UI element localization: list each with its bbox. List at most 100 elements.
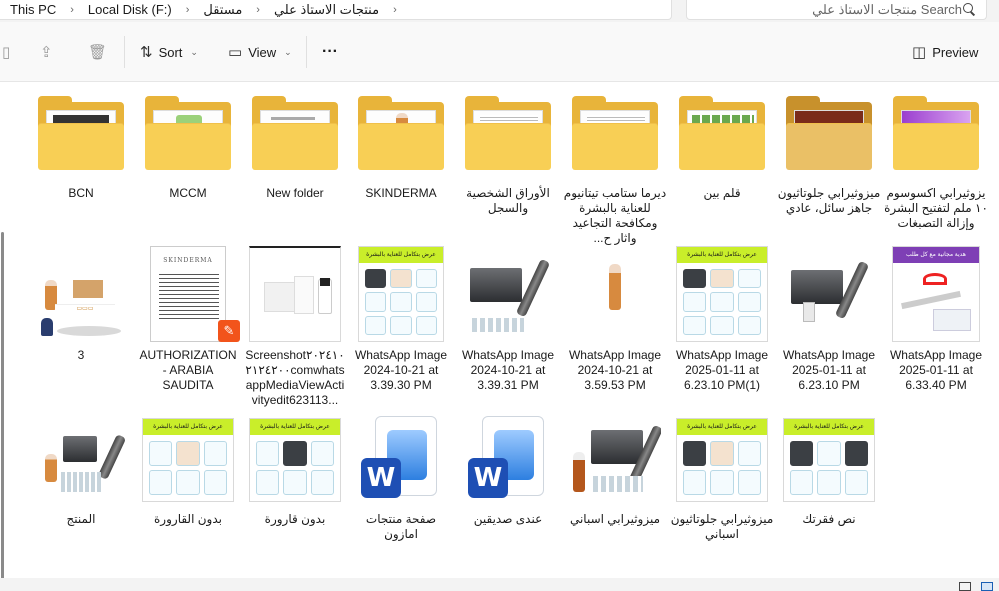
file-item[interactable]: W عندى صديقين bbox=[456, 410, 560, 527]
copy-path-button[interactable]: ▯ bbox=[2, 41, 10, 63]
image-thumbnail bbox=[781, 246, 877, 342]
toolbar-divider bbox=[124, 36, 125, 68]
promo-banner: عرض بتكامل للعناية بالبشرة bbox=[250, 419, 340, 435]
promo-banner: عرض بتكامل للعناية بالبشرة bbox=[677, 247, 767, 263]
search-input[interactable] bbox=[697, 2, 962, 17]
delete-button[interactable]: 🗑 bbox=[88, 41, 107, 63]
address-bar-row: This PC › Local Disk (F:) › مستقل › منتج… bbox=[0, 0, 999, 22]
search-icon[interactable] bbox=[962, 2, 976, 17]
file-item[interactable]: عرض بتكامل للعناية بالبشرة WhatsApp Imag… bbox=[349, 246, 453, 393]
file-view: BCN MCCM New folder SKINDERMA الأوراق ال… bbox=[0, 82, 999, 591]
image-thumbnail: ▭▭▭ bbox=[33, 246, 129, 342]
item-label: 3 bbox=[77, 348, 85, 362]
view-button[interactable]: ▭ View ⌄ bbox=[228, 41, 292, 63]
preview-pane-icon: ◫ bbox=[912, 44, 927, 61]
file-item[interactable]: عرض بتكامل للعناية بالبشرة نص فقرتك bbox=[777, 410, 881, 527]
view-label: View bbox=[248, 44, 277, 60]
details-view-icon[interactable] bbox=[959, 582, 971, 591]
trash-icon: 🗑 bbox=[88, 44, 108, 61]
document-logo-text: SKINDERMA bbox=[163, 257, 213, 264]
folder-item[interactable]: New folder bbox=[243, 84, 347, 201]
word-file-icon: W bbox=[460, 410, 556, 506]
item-label: WhatsApp Image 2024-10-21 at 3.59.53 PM bbox=[568, 348, 662, 392]
promo-banner: عرض بتكامل للعناية بالبشرة bbox=[143, 419, 233, 435]
breadcrumb-this-pc[interactable]: This PC bbox=[0, 2, 66, 17]
item-label: Screenshot٢٠٢٤١٠٢١٢٤٢٠٠comwhatsappMediaV… bbox=[245, 348, 345, 407]
address-bar[interactable]: This PC › Local Disk (F:) › مستقل › منتج… bbox=[0, 0, 672, 20]
image-thumbnail bbox=[247, 246, 343, 342]
sort-icon: ⇅ bbox=[140, 44, 153, 61]
item-label: MCCM bbox=[169, 186, 207, 200]
image-thumbnail: عرض بتكامل للعناية بالبشرة bbox=[781, 410, 877, 506]
file-item[interactable]: عرض بتكامل للعناية بالبشرة بدون قارورة bbox=[243, 410, 347, 527]
item-label: ميزوثيرابي جلوتاثيون اسباني bbox=[670, 512, 774, 541]
file-item[interactable]: عرض بتكامل للعناية بالبشرة WhatsApp Imag… bbox=[670, 246, 774, 393]
file-item[interactable]: ▭▭▭ 3 bbox=[29, 246, 133, 363]
item-label: WhatsApp Image 2025-01-11 at 6.33.40 PM bbox=[889, 348, 983, 392]
item-label: SKINDERMA bbox=[365, 186, 437, 200]
breadcrumb-local-disk[interactable]: Local Disk (F:) bbox=[78, 2, 182, 17]
item-label: WhatsApp Image 2025-01-11 at 6.23.10 PM bbox=[782, 348, 876, 392]
chevron-right-icon: › bbox=[185, 3, 190, 16]
image-thumbnail bbox=[33, 410, 129, 506]
folder-item[interactable]: MCCM bbox=[136, 84, 240, 201]
folder-item[interactable]: قلم بين bbox=[670, 84, 774, 201]
file-item[interactable]: WhatsApp Image 2024-10-21 at 3.39.31 PM bbox=[456, 246, 560, 393]
item-label: بدون قارورة bbox=[264, 512, 326, 526]
item-label: الأوراق الشخصية والسجل bbox=[466, 186, 550, 215]
folder-icon bbox=[888, 84, 984, 180]
file-item[interactable]: المنتج bbox=[29, 410, 133, 527]
more-options-button[interactable]: ··· bbox=[322, 41, 338, 63]
promo-banner: عرض بتكامل للعناية بالبشرة bbox=[784, 419, 874, 435]
file-item[interactable]: ميزوثيرابي اسباني bbox=[563, 410, 667, 527]
file-item[interactable]: W صفحة منتجات امازون bbox=[349, 410, 453, 542]
folder-item[interactable]: الأوراق الشخصية والسجل bbox=[456, 84, 560, 216]
preview-button[interactable]: ◫ Preview bbox=[912, 41, 978, 63]
file-item[interactable]: WhatsApp Image 2025-01-11 at 6.23.10 PM bbox=[777, 246, 881, 393]
item-label: المنتج bbox=[66, 512, 96, 526]
document-thumbnail: SKINDERMA ✎ bbox=[140, 246, 240, 342]
folder-item[interactable]: BCN bbox=[29, 84, 133, 201]
promo-banner: عرض بتكامل للعناية بالبشرة bbox=[677, 419, 767, 435]
folder-icon bbox=[781, 84, 877, 180]
image-thumbnail: عرض بتكامل للعناية بالبشرة bbox=[140, 410, 236, 506]
word-file-icon: W bbox=[353, 410, 449, 506]
item-label: يزوثيرابي اكسوسوم ١٠ ملم لتفتيح البشرة و… bbox=[884, 186, 988, 230]
chevron-down-icon: ⌄ bbox=[190, 46, 198, 57]
folder-item[interactable]: ديرما ستامب تيتانيوم للعناية بالبشرة ومك… bbox=[563, 84, 667, 246]
breadcrumb-folder-1[interactable]: مستقل bbox=[193, 2, 252, 18]
folder-icon bbox=[674, 84, 770, 180]
tiles-view-icon[interactable] bbox=[981, 582, 993, 591]
sort-label: Sort bbox=[158, 44, 183, 60]
image-thumbnail: هدية مجانية مع كل طلب bbox=[888, 246, 984, 342]
file-item[interactable]: عرض بتكامل للعناية بالبشرة بدون القارورة bbox=[136, 410, 240, 527]
sort-button[interactable]: ⇅ Sort ⌄ bbox=[140, 41, 198, 63]
item-label: ميزوثيرابي جلوتاثيون جاهز سائل، عادي bbox=[777, 186, 881, 215]
folder-icon bbox=[247, 84, 343, 180]
file-item[interactable]: SKINDERMA ✎ AUTHORIZATION - ARABIA SAUDI… bbox=[136, 246, 240, 393]
preview-label: Preview bbox=[932, 44, 979, 60]
toolbar-divider bbox=[306, 36, 307, 68]
folder-icon bbox=[33, 84, 129, 180]
folder-item[interactable]: SKINDERMA bbox=[349, 84, 453, 201]
view-toggle bbox=[959, 582, 993, 591]
share-button[interactable]: ⇪ bbox=[40, 41, 53, 63]
breadcrumb-folder-2[interactable]: منتجات الاستاذ علي bbox=[264, 2, 389, 18]
folder-icon bbox=[140, 84, 236, 180]
command-bar: ▯ ⇪ 🗑 ⇅ Sort ⌄ ▭ View ⌄ ··· ◫ Preview bbox=[0, 22, 999, 82]
file-item[interactable]: عرض بتكامل للعناية بالبشرة ميزوثيرابي جل… bbox=[670, 410, 774, 542]
file-item[interactable]: هدية مجانية مع كل طلب WhatsApp Image 202… bbox=[884, 246, 988, 393]
pdf-app-badge-icon: ✎ bbox=[218, 320, 240, 342]
file-item[interactable]: Screenshot٢٠٢٤١٠٢١٢٤٢٠٠comwhatsappMediaV… bbox=[243, 246, 347, 408]
item-label: بدون القارورة bbox=[154, 512, 222, 526]
folder-item[interactable]: يزوثيرابي اكسوسوم ١٠ ملم لتفتيح البشرة و… bbox=[884, 84, 988, 231]
item-label: ميزوثيرابي اسباني bbox=[569, 512, 661, 526]
file-item[interactable]: WhatsApp Image 2024-10-21 at 3.59.53 PM bbox=[563, 246, 667, 393]
chevron-right-icon: › bbox=[256, 3, 260, 16]
folder-item[interactable]: ميزوثيرابي جلوتاثيون جاهز سائل، عادي bbox=[777, 84, 881, 216]
scrollbar[interactable] bbox=[1, 232, 4, 582]
item-label: نص فقرتك bbox=[802, 512, 856, 526]
folder-icon bbox=[460, 84, 556, 180]
search-box[interactable] bbox=[686, 0, 987, 20]
item-label: WhatsApp Image 2025-01-11 at 6.23.10 PM(… bbox=[675, 348, 769, 392]
